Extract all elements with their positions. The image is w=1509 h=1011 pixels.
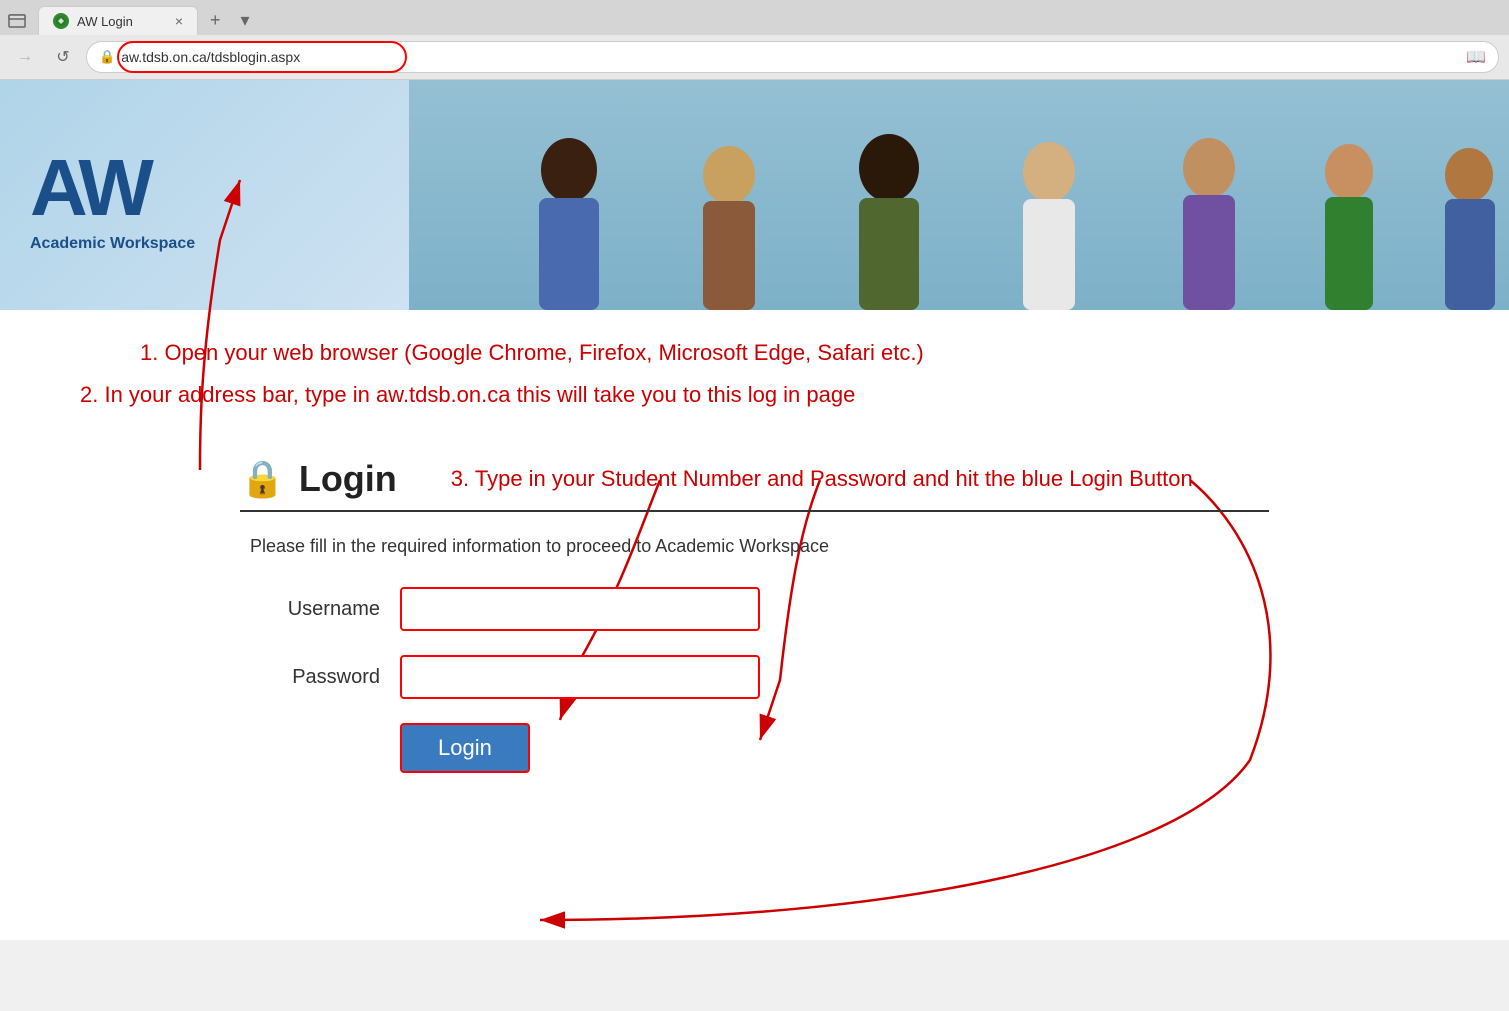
username-input[interactable] xyxy=(400,587,760,631)
address-bar[interactable]: 🔒 📖 xyxy=(86,41,1499,73)
window-icon xyxy=(8,12,26,30)
aw-logo: AW Academic Workspace xyxy=(30,137,250,253)
login-description: Please fill in the required information … xyxy=(250,536,1269,557)
username-row: Username xyxy=(240,587,1269,631)
step1-annotation: 1. Open your web browser (Google Chrome,… xyxy=(60,340,1449,366)
login-section: 🔒 Login 3. Type in your Student Number a… xyxy=(60,438,1449,793)
tab-menu-button[interactable]: ▾ xyxy=(233,6,258,35)
tab-title: AW Login xyxy=(77,14,167,29)
step3-annotation: 3. Type in your Student Number and Passw… xyxy=(451,466,1193,492)
active-tab[interactable]: AW Login × xyxy=(38,6,198,35)
password-input[interactable] xyxy=(400,655,760,699)
reader-mode-icon: 📖 xyxy=(1466,47,1486,67)
reload-button[interactable]: ↺ xyxy=(48,42,78,72)
username-label: Username xyxy=(240,598,380,621)
step2-annotation: 2. In your address bar, type in aw.tdsb.… xyxy=(60,382,1449,408)
login-title: Login xyxy=(299,458,397,500)
students-photo xyxy=(409,80,1509,310)
login-header: 🔒 Login 3. Type in your Student Number a… xyxy=(240,458,1269,512)
ssl-lock-icon: 🔒 xyxy=(99,49,115,65)
password-row: Password xyxy=(240,655,1269,699)
page-content: AW Academic Workspace xyxy=(0,80,1509,940)
hero-banner: AW Academic Workspace xyxy=(0,80,1509,310)
annotations-area: 1. Open your web browser (Google Chrome,… xyxy=(0,310,1509,813)
browser-chrome: AW Login × + ▾ → ↺ 🔒 📖 xyxy=(0,0,1509,80)
password-label: Password xyxy=(240,666,380,689)
tab-close-button[interactable]: × xyxy=(175,14,183,28)
back-button[interactable]: → xyxy=(10,42,40,72)
tab-favicon xyxy=(53,13,69,29)
tab-bar: AW Login × + ▾ xyxy=(0,0,1509,35)
url-input[interactable] xyxy=(121,49,1460,65)
new-tab-button[interactable]: + xyxy=(202,6,229,35)
login-lock-icon: 🔒 xyxy=(240,458,285,500)
login-button[interactable]: Login xyxy=(400,723,530,773)
window-controls xyxy=(8,12,26,30)
browser-toolbar: → ↺ 🔒 📖 xyxy=(0,35,1509,79)
aw-logo-letters: AW xyxy=(30,137,250,239)
svg-text:AW: AW xyxy=(30,143,154,227)
login-button-row: Login xyxy=(400,723,1269,773)
